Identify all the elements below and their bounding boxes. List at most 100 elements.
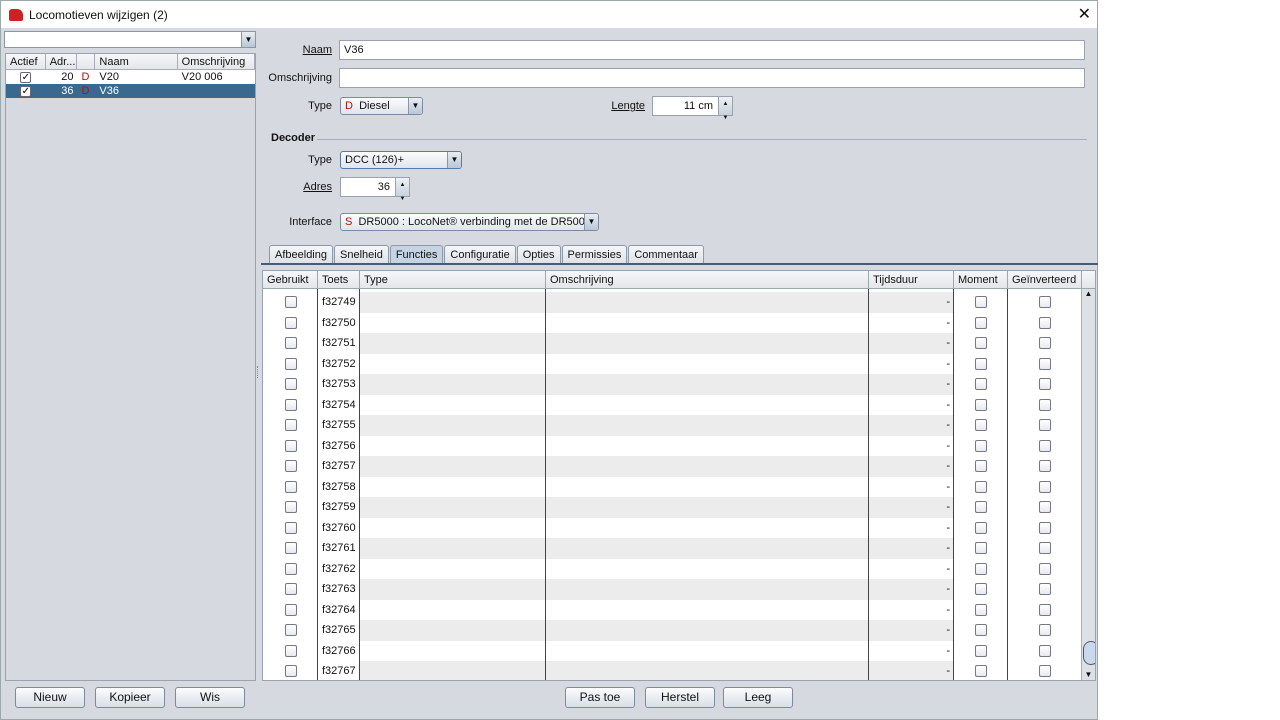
type-cell[interactable] <box>360 456 546 477</box>
checkbox[interactable] <box>284 521 297 534</box>
omschrijving-cell[interactable] <box>546 374 869 395</box>
checkbox[interactable] <box>975 357 987 370</box>
checkbox[interactable] <box>284 439 297 452</box>
omschrijving-cell[interactable] <box>546 333 869 354</box>
function-row[interactable]: f32756 - <box>263 435 1082 456</box>
tab-configuratie[interactable]: Configuratie <box>444 245 516 264</box>
function-row[interactable]: f32759 - <box>263 497 1082 518</box>
tijdsduur-cell[interactable]: - <box>869 374 954 395</box>
btn-kopieer[interactable]: Kopieer <box>95 687 165 708</box>
function-row[interactable]: f32752 - <box>263 353 1082 374</box>
chevron-down-icon[interactable]: ▼ <box>584 214 598 230</box>
checkbox[interactable] <box>975 624 987 637</box>
checkbox[interactable] <box>284 624 297 637</box>
close-icon[interactable]: ✕ <box>1078 4 1091 24</box>
type-cell[interactable] <box>360 476 546 497</box>
checkbox[interactable] <box>284 665 297 678</box>
spinner-icon[interactable]: ▲ ▼ <box>395 178 409 202</box>
vertical-scrollbar[interactable]: ▲ ▼ <box>1081 289 1095 680</box>
checkbox[interactable] <box>1039 460 1051 473</box>
type-cell[interactable] <box>360 435 546 456</box>
checkbox[interactable] <box>975 542 987 555</box>
column-header[interactable]: Naam <box>95 54 178 69</box>
checkbox[interactable] <box>975 603 987 616</box>
tijdsduur-cell[interactable]: - <box>869 661 954 680</box>
column-header[interactable]: Type <box>360 271 546 289</box>
split-handle[interactable] <box>257 366 260 378</box>
tijdsduur-cell[interactable]: - <box>869 415 954 436</box>
tijdsduur-cell[interactable]: - <box>869 538 954 559</box>
checkbox[interactable] <box>284 501 297 514</box>
column-header[interactable]: Gebruikt <box>263 271 318 289</box>
checkbox[interactable] <box>1039 419 1051 432</box>
column-header[interactable]: Omschrijving <box>178 54 255 69</box>
omschrijving-cell[interactable] <box>546 538 869 559</box>
tijdsduur-cell[interactable]: - <box>869 476 954 497</box>
checkbox[interactable] <box>284 357 297 370</box>
checkbox[interactable] <box>284 316 297 329</box>
omschrijving-cell[interactable] <box>546 415 869 436</box>
checkbox[interactable] <box>975 583 987 596</box>
function-row[interactable]: f32764 - <box>263 599 1082 620</box>
checkbox[interactable] <box>1039 644 1051 657</box>
type-select[interactable]: D Diesel ▼ <box>340 97 423 115</box>
column-header[interactable]: Geïnverteerd <box>1008 271 1082 289</box>
naam-input[interactable]: V36 <box>339 40 1085 60</box>
column-header[interactable]: Tijdsduur <box>869 271 954 289</box>
checkbox[interactable] <box>1039 398 1051 411</box>
function-row[interactable]: f32754 - <box>263 394 1082 415</box>
column-header[interactable]: Moment <box>954 271 1008 289</box>
omschrijving-cell[interactable] <box>546 579 869 600</box>
checkbox[interactable] <box>975 665 987 678</box>
checkbox[interactable] <box>1039 603 1051 616</box>
scroll-up-icon[interactable]: ▲ <box>1082 289 1095 298</box>
omschrijving-cell[interactable] <box>546 599 869 620</box>
function-row[interactable]: f32762 - <box>263 558 1082 579</box>
omschrijving-cell[interactable] <box>546 476 869 497</box>
chevron-down-icon[interactable]: ▼ <box>447 152 461 168</box>
omschrijving-cell[interactable] <box>546 620 869 641</box>
omschrijving-cell[interactable] <box>546 353 869 374</box>
function-row[interactable]: f32749 - <box>263 292 1082 313</box>
type-cell[interactable] <box>360 579 546 600</box>
function-row[interactable]: f32763 - <box>263 579 1082 600</box>
tijdsduur-cell[interactable]: - <box>869 333 954 354</box>
omschrijving-cell[interactable] <box>546 661 869 680</box>
checkbox[interactable] <box>1039 521 1051 534</box>
function-row[interactable]: f32757 - <box>263 456 1082 477</box>
function-row[interactable]: f32751 - <box>263 333 1082 354</box>
tijdsduur-cell[interactable]: - <box>869 456 954 477</box>
decoder-type-select[interactable]: DCC (126)+ ▼ <box>340 151 462 169</box>
omschrijving-cell[interactable] <box>546 456 869 477</box>
checkbox[interactable] <box>1039 378 1051 391</box>
checkbox[interactable] <box>284 337 297 350</box>
checkbox[interactable] <box>284 419 297 432</box>
lengte-input[interactable]: 11 cm ▲ ▼ <box>652 96 733 121</box>
tijdsduur-cell[interactable]: - <box>869 599 954 620</box>
checkbox[interactable] <box>975 296 987 309</box>
type-cell[interactable] <box>360 661 546 680</box>
btn-leeg[interactable]: Leeg <box>723 687 793 708</box>
tijdsduur-cell[interactable]: - <box>869 312 954 333</box>
checkbox[interactable] <box>975 562 987 575</box>
spinner-icon[interactable]: ▲ ▼ <box>718 97 732 121</box>
tijdsduur-cell[interactable]: - <box>869 620 954 641</box>
table-row[interactable]: ✓ 36 D V36 <box>6 84 255 98</box>
btn-pas-toe[interactable]: Pas toe <box>565 687 635 708</box>
tijdsduur-cell[interactable]: - <box>869 353 954 374</box>
omschrijving-cell[interactable] <box>546 312 869 333</box>
column-header[interactable] <box>77 54 96 69</box>
checkbox[interactable] <box>284 480 297 493</box>
column-header[interactable]: Toets <box>318 271 360 289</box>
checkbox[interactable] <box>284 296 297 309</box>
tab-permissies[interactable]: Permissies <box>561 245 628 264</box>
type-cell[interactable] <box>360 599 546 620</box>
omschrijving-cell[interactable] <box>546 497 869 518</box>
tijdsduur-cell[interactable]: - <box>869 394 954 415</box>
scrollbar-thumb[interactable] <box>1083 641 1095 665</box>
checkbox[interactable] <box>975 644 987 657</box>
checkbox[interactable] <box>284 644 297 657</box>
table-row[interactable]: ✓ 20 D V20 V20 006 <box>6 70 255 84</box>
omschrijving-cell[interactable] <box>546 435 869 456</box>
checkbox[interactable] <box>1039 624 1051 637</box>
